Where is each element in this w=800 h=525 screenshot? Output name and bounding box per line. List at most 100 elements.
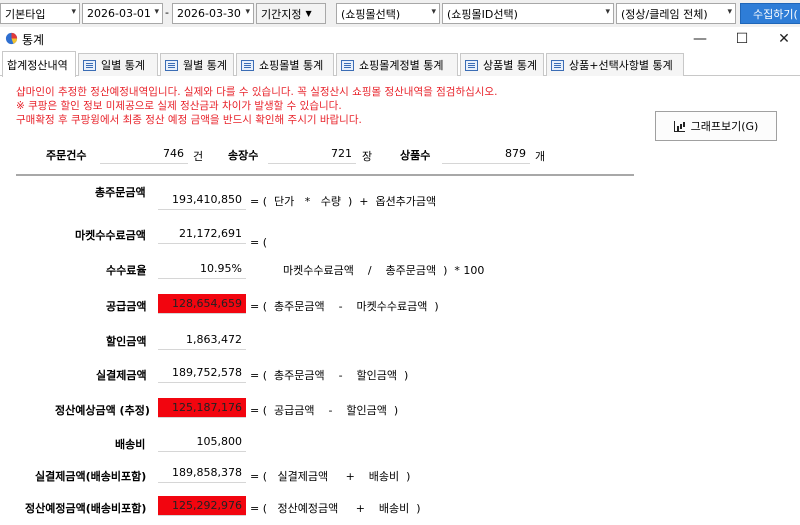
row-label: 정산예정금액(배송비포함) [25,502,147,515]
supply-amount-field: 128,654,659 [158,294,246,314]
chevron-down-icon: ▾ [727,7,732,17]
row-label: 수수료율 [106,264,147,277]
mall-id-select[interactable]: (쇼핑몰ID선택) ▾ [442,3,614,24]
row-label: 마켓수수료금액 [75,229,146,242]
tab-label: 상품+선택사항별 통계 [569,59,673,72]
window-titlebar: 통계 — ☐ ✕ [0,27,800,50]
close-button[interactable]: ✕ [764,27,800,50]
orders-count-field: 746 [100,144,188,164]
notice-line: ※ 쿠팡은 할인 정보 미제공으로 실제 정산금과 차이가 발생할 수 있습니다… [16,100,342,112]
fee-rate-field: 10.95% [158,259,246,279]
section-divider [16,174,634,176]
invoices-count-unit: 장 [362,150,373,163]
date-from-value: 2026-03-01 [87,7,151,20]
chevron-down-icon: ▾ [605,7,610,17]
caret-down-icon: ▼ [305,9,312,18]
bar-chart-icon [673,120,685,132]
row-label: 정산예상금액 (추정) [55,404,150,417]
expected-settlement-field: 125,187,176 [158,398,246,418]
graph-view-button[interactable]: 그래프보기(G) [655,111,777,141]
table-icon [165,59,178,71]
date-to-value: 2026-03-30 [177,7,241,20]
tab-total-settlement[interactable]: 합계정산내역 [2,51,76,77]
row-value: 189,858,378 [172,466,242,479]
status-select[interactable]: (정상/클레임 전체) ▾ [616,3,736,24]
tab-by-product-option[interactable]: 상품+선택사항별 통계 [546,53,684,76]
maximize-button[interactable]: ☐ [722,27,762,50]
tab-label: 쇼핑몰별 통계 [259,59,324,72]
row-label: 실결제금액(배송비포함) [35,470,147,483]
actual-payment-field: 189,752,578 [158,363,246,383]
maximize-icon: ☐ [735,30,749,47]
market-fee-amount-field: 21,172,691 [158,224,246,244]
tab-label: 합계정산내역 [7,58,68,72]
collect-button-label: 수집하기( [753,7,798,21]
row-value: 125,187,176 [172,401,242,414]
row-value: 128,654,659 [172,297,242,310]
stats-tabbar: 합계정산내역 일별 통계 월별 통계 쇼핑몰별 통계 쇼핑몰계정별 통계 상품별… [0,50,800,77]
row-label: 공급금액 [106,300,147,313]
type-select-value: 기본타입 [5,7,46,21]
tab-by-mall[interactable]: 쇼핑몰별 통계 [236,53,334,76]
filter-toolbar: 기본타입 ▾ 2026-03-01 ▾ - 2026-03-30 ▾ 기간지정 … [0,0,800,27]
minimize-icon: — [693,30,707,47]
row-formula: = ( 단가 * 수량 ) + 옵션추가금액 [250,195,437,208]
row-formula: = ( 총주문금액 - 마켓수수료금액 ) [250,300,439,313]
tab-daily[interactable]: 일별 통계 [78,53,158,76]
orders-count-label: 주문건수 [46,149,87,162]
invoices-count-label: 송장수 [228,149,259,162]
type-select[interactable]: 기본타입 ▾ [0,3,80,24]
notice-line: 샵마인이 추정한 정산예정내역입니다. 실제와 다를 수 있습니다. 꼭 실정산… [16,86,498,98]
tab-label: 일별 통계 [101,59,145,72]
row-formula: = ( 공급금액 - 할인금액 ) [250,404,399,417]
chevron-down-icon: ▾ [245,7,250,17]
tab-label: 상품별 통계 [483,59,538,72]
row-label: 총주문금액 [95,186,146,199]
total-order-amount-field: 193,410,850 [158,190,246,210]
chevron-down-icon: ▾ [71,7,76,17]
row-value: 125,292,976 [172,499,242,512]
row-label: 배송비 [115,438,146,451]
minimize-button[interactable]: — [680,27,720,50]
orders-count-value: 746 [163,147,184,160]
products-count-label: 상품수 [400,149,431,162]
chevron-down-icon: ▾ [154,7,159,17]
invoices-count-value: 721 [331,147,352,160]
status-select-value: (정상/클레임 전체) [621,7,708,21]
tab-by-product[interactable]: 상품별 통계 [460,53,544,76]
pie-chart-icon [5,32,18,45]
tab-monthly[interactable]: 월별 통계 [160,53,234,76]
window-title: 통계 [22,33,45,47]
row-value: 10.95% [200,262,242,275]
products-count-field: 879 [442,144,530,164]
orders-count-unit: 건 [193,150,204,163]
date-range-separator: - [165,6,169,19]
table-icon [341,59,354,71]
row-formula: = ( 총주문금액 - 할인금액 ) [250,369,409,382]
date-from-field[interactable]: 2026-03-01 ▾ [82,3,163,24]
mall-select[interactable]: (쇼핑몰선택) ▾ [336,3,440,24]
row-value: 21,172,691 [179,227,242,240]
actual-payment-incl-shipping-field: 189,858,378 [158,463,246,483]
settlement-incl-shipping-field: 125,292,976 [158,496,246,516]
row-formula: 마켓수수료금액 / 총주문금액 ) * 100 [283,264,485,277]
mall-id-select-value: (쇼핑몰ID선택) [447,7,518,21]
table-icon [83,59,96,71]
row-formula: = ( 실결제금액 + 배송비 ) [250,470,411,483]
period-button-label: 기간지정 [261,7,302,21]
date-to-field[interactable]: 2026-03-30 ▾ [172,3,254,24]
tab-label: 월별 통계 [183,59,227,72]
chevron-down-icon: ▾ [431,7,436,17]
period-button[interactable]: 기간지정 ▼ [256,3,326,24]
products-count-value: 879 [505,147,526,160]
graph-view-button-label: 그래프보기(G) [690,120,759,133]
collect-button[interactable]: 수집하기( [740,3,800,24]
table-icon [551,59,564,71]
tab-by-mall-account[interactable]: 쇼핑몰계정별 통계 [336,53,458,76]
row-label: 실결제금액 [96,369,147,382]
row-value: 189,752,578 [172,366,242,379]
notice-block: 샵마인이 추정한 정산예정내역입니다. 실제와 다를 수 있습니다. 꼭 실정산… [16,85,497,127]
row-value: 1,863,472 [186,333,242,346]
row-value: 105,800 [196,435,243,448]
products-count-unit: 개 [535,150,546,163]
